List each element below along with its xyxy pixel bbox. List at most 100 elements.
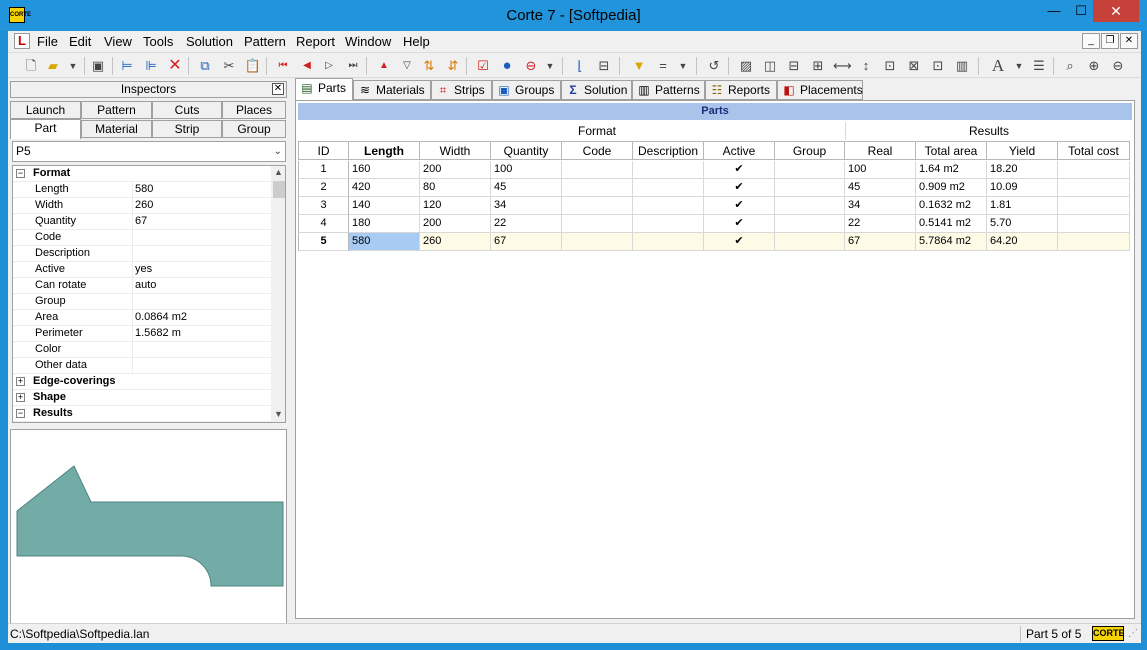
prop-row-color[interactable]: Color (13, 342, 271, 358)
frame-icon[interactable]: ▥ (953, 57, 971, 75)
cell-total-cost[interactable] (1058, 215, 1130, 233)
inspector-close-icon[interactable]: ✕ (272, 83, 284, 95)
group-edge-coverings[interactable]: + Edge-coverings (13, 374, 271, 390)
menu-view[interactable]: View (104, 34, 132, 49)
prop-row-description[interactable]: Description (13, 246, 271, 262)
vsplit-icon[interactable]: ◫ (761, 57, 779, 75)
cell-group[interactable] (775, 161, 845, 179)
tab-places[interactable]: Places (222, 101, 286, 119)
cell-yield[interactable]: 64.20 (987, 233, 1058, 251)
cell-real[interactable]: 100 (845, 161, 916, 179)
cell-length[interactable]: 180 (349, 215, 420, 233)
validate-icon[interactable]: ☑ (474, 57, 492, 75)
parts-grid[interactable]: Parts Format Results ID Length Width Qua… (295, 100, 1135, 619)
zoom-out-icon[interactable]: ⊖ (1109, 57, 1127, 75)
add-child-row-icon[interactable]: ⊫ (142, 57, 160, 75)
prop-row-group[interactable]: Group (13, 294, 271, 310)
expand-all-icon[interactable]: ⊡ (929, 57, 947, 75)
expand-icon[interactable]: ⊡ (881, 57, 899, 75)
cell-yield[interactable]: 10.09 (987, 179, 1058, 197)
row-id-cell[interactable]: 5 (298, 233, 349, 251)
tab-solution[interactable]: Σ Solution (561, 80, 632, 100)
tab-parts[interactable]: ▤ Parts (295, 78, 353, 100)
col-header-group[interactable]: Group (775, 141, 845, 160)
cell-total-area[interactable]: 0.1632 m2 (916, 197, 987, 215)
font-icon[interactable]: A (989, 57, 1007, 75)
options-icon[interactable]: ⊖ (522, 57, 540, 75)
expand-icon[interactable]: + (16, 377, 25, 386)
col-header-active[interactable]: Active (704, 141, 775, 160)
tab-placements[interactable]: ◧ Placements (777, 80, 863, 100)
sort-desc-icon[interactable]: ⇵ (444, 57, 462, 75)
cell-active[interactable]: ✔ (704, 197, 775, 215)
tab-material[interactable]: Material (81, 120, 152, 138)
menu-report[interactable]: Report (296, 34, 335, 49)
cell-code[interactable] (562, 197, 633, 215)
prop-row-active[interactable]: Active yes (13, 262, 271, 278)
pattern-icon[interactable]: ⌊ (571, 57, 589, 75)
next-icon[interactable]: ▷ (320, 57, 338, 75)
copy-icon[interactable]: ⧉ (196, 57, 214, 75)
cell-total-area[interactable]: 0.5141 m2 (916, 215, 987, 233)
col-header-length[interactable]: Length (349, 141, 420, 160)
cell-quantity[interactable]: 100 (491, 161, 562, 179)
cell-total-cost[interactable] (1058, 161, 1130, 179)
align-icon[interactable]: ⊞ (809, 57, 827, 75)
cell-quantity[interactable]: 34 (491, 197, 562, 215)
row-id-cell[interactable]: 1 (298, 161, 349, 179)
prop-row-quantity[interactable]: Quantity 67 (13, 214, 271, 230)
minimize-button[interactable]: — (1043, 0, 1065, 22)
tab-reports[interactable]: ☷ Reports (705, 80, 777, 100)
property-grid[interactable]: − Format Length 580 Width 260 Quantity 67 C… (12, 165, 286, 423)
cell-yield[interactable]: 1.81 (987, 197, 1058, 215)
tab-strip[interactable]: Strip (152, 120, 222, 138)
cell-active[interactable]: ✔ (704, 215, 775, 233)
group-format[interactable]: − Format (13, 166, 271, 182)
prop-row-area[interactable]: Area 0.0864 m2 (13, 310, 271, 326)
cell-group[interactable] (775, 179, 845, 197)
group-results[interactable]: − Results (13, 406, 271, 422)
open-folder-icon[interactable]: ▰ (44, 57, 62, 75)
cut-pattern-icon[interactable]: ⊟ (595, 57, 613, 75)
chevron-up-icon[interactable]: ▲ (274, 167, 283, 177)
cell-width[interactable]: 200 (420, 215, 491, 233)
dropdown-arrow-icon[interactable]: ▼ (541, 57, 559, 75)
tab-group[interactable]: Group (222, 120, 286, 138)
zoom-fit-icon[interactable]: ⌕ (1061, 57, 1079, 75)
tab-groups[interactable]: ▣ Groups (492, 80, 561, 100)
fit-width-icon[interactable]: ⟷ (833, 57, 852, 75)
col-header-id[interactable]: ID (298, 141, 349, 160)
cell-group[interactable] (775, 215, 845, 233)
mdi-close-button[interactable]: ✕ (1120, 33, 1138, 49)
close-button[interactable]: ✕ (1093, 0, 1139, 22)
expand-icon[interactable]: + (16, 393, 25, 402)
cell-total-cost[interactable] (1058, 179, 1130, 197)
list-icon[interactable]: ☰ (1030, 57, 1048, 75)
new-file-icon[interactable]: 🗋 (22, 57, 40, 75)
cell-real[interactable]: 34 (845, 197, 916, 215)
cell-description[interactable] (633, 197, 704, 215)
tab-part[interactable]: Part (10, 119, 81, 139)
cell-active[interactable]: ✔ (704, 233, 775, 251)
cell-length[interactable]: 420 (349, 179, 420, 197)
prop-row-perimeter[interactable]: Perimeter 1.5682 m (13, 326, 271, 342)
resize-grip-icon[interactable]: ⋰ (1128, 628, 1138, 639)
cell-width[interactable]: 120 (420, 197, 491, 215)
previous-icon[interactable]: ◀ (298, 57, 316, 75)
title-bar[interactable]: CORTE Corte 7 - [Softpedia] — ☐ ✕ (0, 0, 1147, 31)
group-shape[interactable]: + Shape (13, 390, 271, 406)
menu-pattern[interactable]: Pattern (244, 34, 286, 49)
cell-description[interactable] (633, 179, 704, 197)
cell-code[interactable] (562, 215, 633, 233)
menu-help[interactable]: Help (403, 34, 430, 49)
col-header-description[interactable]: Description (633, 141, 704, 160)
menu-tools[interactable]: Tools (143, 34, 173, 49)
cell-width[interactable]: 80 (420, 179, 491, 197)
filter-icon[interactable]: ▼ (630, 57, 648, 75)
run-icon[interactable]: ● (498, 57, 516, 75)
mdi-minimize-button[interactable]: _ (1082, 33, 1100, 49)
cell-description[interactable] (633, 161, 704, 179)
cell-real[interactable]: 45 (845, 179, 916, 197)
dropdown-arrow-icon[interactable]: ▼ (674, 57, 692, 75)
add-row-icon[interactable]: ⊨ (118, 57, 136, 75)
